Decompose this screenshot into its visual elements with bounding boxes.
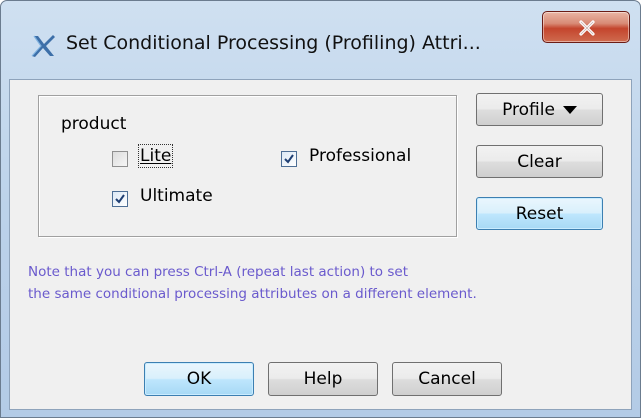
profile-dropdown-button[interactable]: Profile [476,93,603,126]
hint-note-line-2: the same conditional processing attribut… [28,286,477,302]
professional-checkbox[interactable] [281,151,297,167]
dialog-body: product Lite Professional Ultimate Profi… [9,79,632,410]
dropdown-arrow-icon [562,105,577,114]
cancel-button-label: Cancel [418,369,476,389]
attribute-name-label: product [61,114,127,134]
reset-button[interactable]: Reset [476,197,603,230]
checkmark-icon [284,154,294,164]
close-button[interactable] [542,11,630,43]
hint-note: Note that you can press Ctrl-A (repeat l… [28,261,628,305]
ultimate-checkbox-label[interactable]: Ultimate [140,186,213,206]
ok-button-label: OK [186,369,212,389]
ultimate-checkbox[interactable] [112,191,128,207]
lite-checkbox-label[interactable]: Lite [137,144,174,168]
profile-button-label: Profile [502,99,555,120]
lite-checkbox[interactable] [112,151,128,167]
app-logo-icon [29,32,57,60]
close-icon [579,20,595,36]
ok-button[interactable]: OK [144,362,254,396]
attribute-group-box: product Lite Professional Ultimate [38,95,457,237]
title-bar[interactable]: Set Conditional Processing (Profiling) A… [1,1,640,79]
window-title: Set Conditional Processing (Profiling) A… [66,32,481,54]
reset-button-label: Reset [515,203,564,224]
checkmark-icon [115,194,125,204]
clear-button[interactable]: Clear [476,145,603,178]
cancel-button[interactable]: Cancel [392,362,502,396]
help-button-label: Help [303,369,343,389]
help-button[interactable]: Help [268,362,378,396]
dialog-window: Set Conditional Processing (Profiling) A… [0,0,641,418]
hint-note-line-1: Note that you can press Ctrl-A (repeat l… [28,264,408,280]
professional-checkbox-label[interactable]: Professional [309,146,411,166]
clear-button-label: Clear [517,151,562,172]
